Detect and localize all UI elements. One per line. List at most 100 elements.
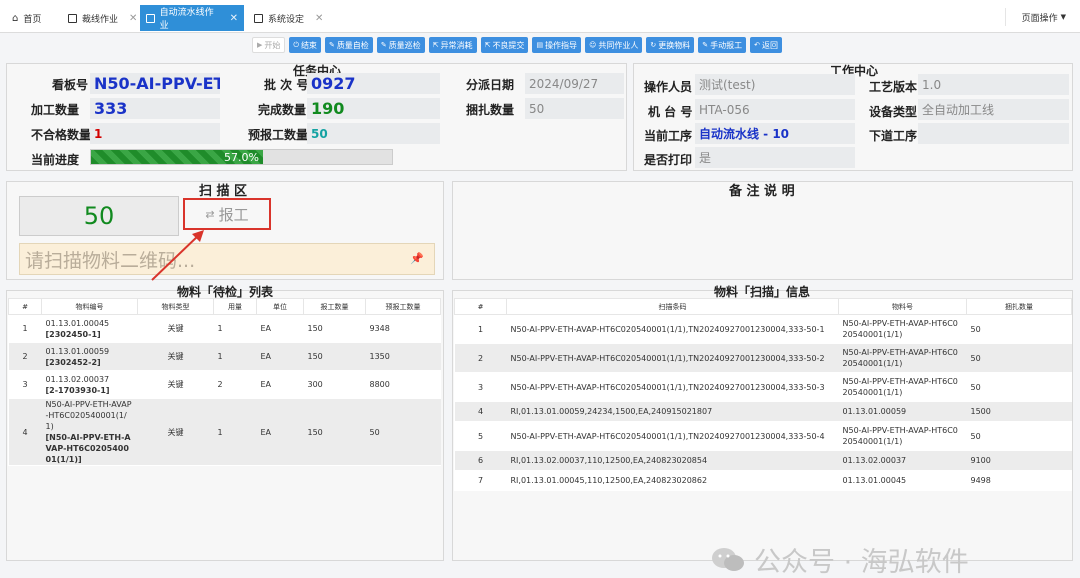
abnormal-consume-button[interactable]: ⇱ 异常消耗 [428, 37, 477, 53]
self-inspect-button[interactable]: ✎ 质量自检 [324, 37, 373, 53]
pending-header-cell: 单位 [256, 298, 304, 315]
pending-table-header: # 物料编号 物料类型 用量 单位 报工数量 预报工数量 [8, 298, 441, 315]
watermark-text: 公众号 · 海弘软件 [754, 547, 969, 578]
back-button-label: 返回 [762, 40, 778, 50]
self-inspect-label: 质量自检 [336, 40, 369, 50]
close-icon[interactable]: ✕ [315, 13, 323, 24]
work-guide-button[interactable]: ▤ 操作指导 [532, 37, 582, 53]
tab-bar: ⌂ 首页 裁线作业 ✕ 自动流水线作业 ✕ 系统设定 ✕ 页面操作 ▼ [0, 0, 1080, 33]
tab-home-label: 首页 [23, 14, 42, 25]
co-workers-button[interactable]: ☺ 共同作业人 [585, 37, 643, 53]
report-qty: 300 [303, 370, 366, 399]
pending-header-cell: 报工数量 [303, 298, 366, 315]
material-code: 01.13.01.00059 [45, 346, 110, 356]
done-qty-label: 完成数量 [258, 103, 307, 117]
scanned-table-row[interactable]: 6 RI,01.13.02.00037,110,12500,EA,24082302… [454, 450, 1072, 471]
scanned-table-row[interactable]: 2 N50-AI-PPV-ETH-AVAP-HT6C020540001(1/1),… [454, 343, 1072, 373]
ng-qty-label: 不合格数量 [31, 128, 92, 142]
material-no-cell: 01.13.02.00037 [838, 450, 967, 471]
scanned-table-header: # 扫描条码 物料号 捆扎数量 [454, 298, 1072, 315]
unit: EA [256, 342, 304, 371]
defect-submit-button[interactable]: ⇱ 不良提交 [480, 37, 529, 53]
unit: EA [256, 398, 304, 466]
scanned-table-row[interactable]: 7 RI,01.13.01.00045,110,12500,EA,24082302… [454, 470, 1072, 491]
power-icon: ⏻ [293, 40, 299, 49]
report-button-label: 报工 [218, 205, 249, 224]
scanned-header-cell: 物料号 [838, 298, 967, 315]
tab-cutting-label: 裁线作业 [82, 14, 119, 25]
start-button[interactable]: ▶ 开始 [252, 37, 286, 53]
tab-cutting[interactable]: 裁线作业 ✕ [62, 5, 143, 31]
row-index: 4 [8, 398, 42, 466]
barcode-cell: N50-AI-PPV-ETH-AVAP-HT6C020540001(1/1),T… [506, 372, 839, 402]
material-no-cell: 01.13.01.00059 [838, 401, 967, 422]
pending-table-row[interactable]: 4 N50-AI-PPV-ETH-AVAP-HT6C020540001(1/1)[… [8, 398, 441, 466]
row-index: 2 [454, 343, 507, 373]
page-operations-label: 页面操作 [1021, 13, 1058, 24]
report-qty: 150 [303, 314, 366, 343]
batch-no-value: 0927 [307, 73, 440, 94]
back-icon: ↶ [754, 41, 760, 49]
material-no-cell: N50-AI-PPV-ETH-AVAP-HT6C020540001(1/1) [838, 343, 967, 373]
scan-title: 扫 描 区 [199, 184, 248, 199]
barcode-cell: N50-AI-PPV-ETH-AVAP-HT6C020540001(1/1),T… [506, 343, 839, 373]
close-icon[interactable]: ✕ [129, 13, 137, 24]
page-operations-menu[interactable]: 页面操作 ▼ [1004, 8, 1066, 26]
done-qty-value: 190 [307, 98, 440, 119]
print-value: 是 [695, 147, 855, 168]
scanned-table-row[interactable]: 3 N50-AI-PPV-ETH-AVAP-HT6C020540001(1/1),… [454, 372, 1072, 402]
red-annotation-arrow [151, 230, 204, 281]
material-code: N50-AI-PPV-ETH-AVAP-HT6C020540001(1/1) [45, 400, 132, 431]
barcode-cell: RI,01.13.01.00059,24234,1500,EA,24091502… [506, 401, 839, 422]
progress-label: 当前进度 [31, 153, 80, 167]
pending-table-row[interactable]: 1 01.13.01.00045 [2302450-1] 关键 1 EA 150 9348 [8, 314, 441, 343]
batch-no-label: 批 次 号 [264, 78, 309, 92]
scanned-header-cell: 扫描条码 [506, 298, 839, 315]
pending-table-grid: # 物料编号 物料类型 用量 单位 报工数量 预报工数量 1 01.13.01.00045 [2… [8, 298, 441, 466]
edit-icon: ✎ [380, 41, 387, 49]
scanned-table-row[interactable]: 4 RI,01.13.01.00059,24234,1500,EA,2409150… [454, 401, 1072, 422]
close-icon[interactable]: ✕ [230, 13, 238, 24]
tab-settings-label: 系统设定 [268, 14, 305, 25]
tab-auto-line[interactable]: 自动流水线作业 ✕ [140, 5, 244, 31]
barcode-cell: N50-AI-PPV-ETH-AVAP-HT6C020540001(1/1),T… [506, 314, 839, 344]
unit: EA [256, 370, 304, 399]
material-no-cell: N50-AI-PPV-ETH-AVAP-HT6C020540001(1/1) [838, 421, 967, 451]
pin-icon[interactable]: 📌 [410, 252, 424, 265]
row-index: 5 [454, 421, 507, 451]
print-label: 是否打印 [644, 153, 693, 167]
bundle-qty-cell: 50 [966, 343, 1072, 373]
material-code-cell: 01.13.01.00059 [2302452-2] [41, 342, 138, 371]
material-code: 01.13.01.00045 [45, 318, 110, 328]
version-value: 1.0 [918, 74, 1069, 95]
patrol-inspect-button[interactable]: ✎ 质量巡检 [376, 37, 425, 53]
row-index: 3 [8, 370, 42, 399]
pending-table-row[interactable]: 3 01.13.02.00037 [2-1703930-1] 关键 2 EA 300 8800 [8, 370, 441, 399]
equip-type-label: 设备类型 [869, 105, 918, 119]
replace-material-button[interactable]: ↻ 更换物料 [646, 37, 695, 53]
book-icon: ▤ [536, 41, 544, 49]
scanned-table-row[interactable]: 5 N50-AI-PPV-ETH-AVAP-HT6C020540001(1/1),… [454, 421, 1072, 451]
manual-report-button[interactable]: ✎ 手动报工 [698, 37, 747, 53]
back-button[interactable]: ↶ 返回 [750, 37, 782, 53]
bundle-qty-cell: 1500 [966, 401, 1072, 422]
start-button-label: 开始 [264, 40, 281, 50]
usage: 1 [213, 398, 257, 466]
finish-button-label: 结束 [300, 40, 317, 50]
edit-icon: ✎ [702, 41, 709, 49]
finish-button[interactable]: ⏻ 结束 [289, 37, 321, 53]
machine-value: HTA-056 [695, 99, 855, 120]
pre-report-qty: 8800 [365, 370, 441, 399]
pre-report-qty: 9348 [365, 314, 441, 343]
scanned-table-row[interactable]: 1 N50-AI-PPV-ETH-AVAP-HT6C020540001(1/1),… [454, 314, 1072, 344]
scan-input[interactable]: 请扫描物料二维码... 📌 [19, 243, 435, 275]
next-process-label: 下道工序 [869, 129, 918, 143]
report-qty: 150 [303, 342, 366, 371]
tab-auto-line-label: 自动流水线作业 [159, 8, 214, 31]
wechat-icon [712, 547, 744, 571]
tab-home[interactable]: ⌂ 首页 [6, 5, 47, 31]
material-type: 关键 [137, 342, 214, 371]
tab-settings[interactable]: 系统设定 ✕ [248, 5, 329, 31]
row-index: 7 [454, 470, 507, 491]
pending-table-row[interactable]: 2 01.13.01.00059 [2302452-2] 关键 1 EA 150 1350 [8, 342, 441, 371]
